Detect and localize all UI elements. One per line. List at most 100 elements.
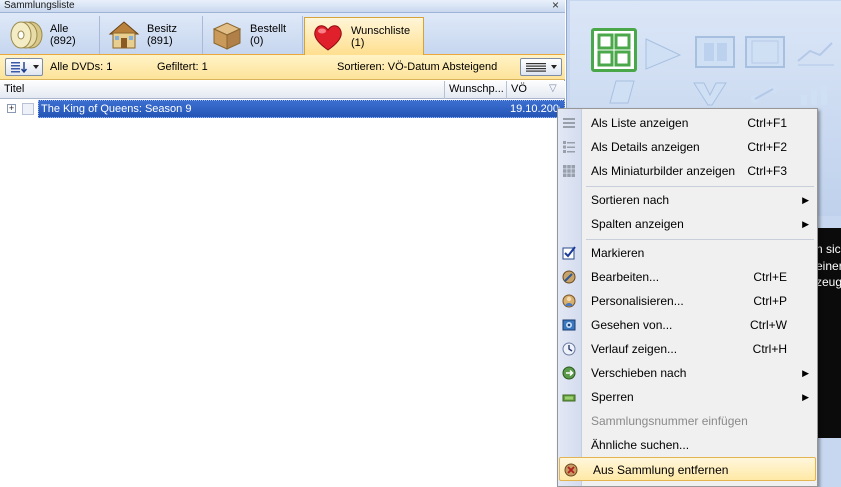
menu-item-personalize[interactable]: Personalisieren... Ctrl+P xyxy=(558,289,817,313)
menu-shortcut: Ctrl+F1 xyxy=(747,116,787,130)
menu-label: Aus Sammlung entfernen xyxy=(593,463,729,477)
menu-label: Als Liste anzeigen xyxy=(591,116,689,130)
close-icon[interactable]: × xyxy=(552,0,559,12)
details-view-icon xyxy=(563,141,575,153)
menu-item-move-to[interactable]: Verschieben nach ▶ xyxy=(558,361,817,385)
menu-label: Als Details anzeigen xyxy=(591,140,700,154)
info-bar: Alle DVDs: 1 Gefiltert: 1 Sortieren: VÖ-… xyxy=(0,55,565,80)
menu-label: Personalisieren... xyxy=(591,294,684,308)
menu-separator xyxy=(586,186,814,187)
column-wishlist-priority[interactable]: Wunschp... xyxy=(445,81,507,99)
page-icon[interactable] xyxy=(608,79,638,105)
submenu-arrow-icon: ▶ xyxy=(802,368,809,378)
sort-order-dropdown[interactable] xyxy=(5,58,43,76)
heart-icon xyxy=(314,24,342,51)
lock-icon xyxy=(562,394,576,402)
menu-separator xyxy=(586,239,814,240)
menu-item-insert-collection-number: Sammlungsnummer einfügen xyxy=(558,409,817,433)
menu-label: Ähnliche suchen... xyxy=(591,438,690,452)
menu-item-remove-from-collection[interactable]: Aus Sammlung entfernen xyxy=(559,457,816,481)
menu-shortcut: Ctrl+E xyxy=(753,270,787,284)
menu-shortcut: Ctrl+F3 xyxy=(747,164,787,178)
column-filter-icon[interactable]: ▽ xyxy=(549,83,557,94)
menu-item-mark[interactable]: Markieren xyxy=(558,241,817,265)
detail-text-line: einer xyxy=(816,259,841,273)
film-strip-icon[interactable] xyxy=(742,31,788,75)
menu-label: Markieren xyxy=(591,246,645,260)
menu-label: Verschieben nach xyxy=(591,366,687,380)
menu-item-thumbnail-view[interactable]: Als Miniaturbilder anzeigen Ctrl+F3 xyxy=(558,159,817,183)
menu-label: Spalten anzeigen xyxy=(591,217,684,231)
menu-label: Verlauf zeigen... xyxy=(591,342,678,356)
tab-alle[interactable]: Alle (892) xyxy=(4,16,100,54)
detail-text: n sic einer zeug xyxy=(816,228,841,438)
edit-icon xyxy=(562,270,576,284)
sort-icon xyxy=(11,62,39,74)
view-mode-dropdown[interactable] xyxy=(520,58,562,76)
sort-status: Sortieren: VÖ-Datum Absteigend xyxy=(337,61,498,73)
network-icon[interactable] xyxy=(745,81,785,107)
menu-label: Als Miniaturbilder anzeigen xyxy=(591,164,736,178)
stats-icon[interactable] xyxy=(795,81,835,107)
thumbnail-view-icon xyxy=(563,165,575,177)
tag-icon[interactable] xyxy=(690,81,730,107)
menu-label: Sortieren nach xyxy=(591,193,670,207)
menu-item-history[interactable]: Verlauf zeigen... Ctrl+H xyxy=(558,337,817,361)
row-title: The King of Queens: Season 9 xyxy=(41,103,192,115)
box-icon xyxy=(212,22,242,50)
menu-item-sort-by[interactable]: Sortieren nach ▶ xyxy=(558,188,817,212)
menu-item-lock[interactable]: Sperren ▶ xyxy=(558,385,817,409)
history-icon xyxy=(562,342,576,356)
grid-view-icon[interactable] xyxy=(591,28,637,72)
menu-item-find-similar[interactable]: Ähnliche suchen... xyxy=(558,433,817,457)
column-title[interactable]: Titel xyxy=(0,81,445,99)
film-icon[interactable] xyxy=(692,31,738,75)
menu-item-show-columns[interactable]: Spalten anzeigen ▶ xyxy=(558,212,817,236)
chart-icon[interactable] xyxy=(792,31,838,75)
tab-label: Besitz (891) xyxy=(147,23,177,47)
menu-label: Gesehen von... xyxy=(591,318,673,332)
column-header: Titel Wunschp... VÖ ▽ xyxy=(0,81,565,99)
pane-titlebar: Sammlungsliste × xyxy=(0,0,565,13)
row-release-date: 19.10.2006 xyxy=(510,103,560,115)
context-menu: Als Liste anzeigen Ctrl+F1 Als Details a… xyxy=(557,108,818,487)
row-checkbox[interactable] xyxy=(22,103,34,115)
menu-item-list-view[interactable]: Als Liste anzeigen Ctrl+F1 xyxy=(558,111,817,135)
tab-label: Wunschliste (1) xyxy=(351,24,411,49)
house-icon xyxy=(108,21,140,49)
column-release-date[interactable]: VÖ xyxy=(507,81,547,99)
checkbox-icon xyxy=(562,246,576,260)
menu-label: Bearbeiten... xyxy=(591,270,660,284)
filtered-count: Gefiltert: 1 xyxy=(157,61,208,73)
menu-shortcut: Ctrl+H xyxy=(752,342,787,356)
expand-icon[interactable]: + xyxy=(7,104,16,113)
personalize-icon xyxy=(562,294,576,308)
submenu-arrow-icon: ▶ xyxy=(802,219,809,229)
menu-shortcut: Ctrl+W xyxy=(750,318,787,332)
tab-besitz[interactable]: Besitz (891) xyxy=(101,16,203,54)
remove-icon xyxy=(564,463,578,477)
list-view-icon xyxy=(563,118,575,128)
detail-text-line: zeug xyxy=(816,275,841,289)
tab-bestellt[interactable]: Bestellt (0) xyxy=(204,16,303,54)
discs-icon xyxy=(10,21,43,49)
menu-label: Sammlungsnummer einfügen xyxy=(591,414,748,428)
menu-item-seen-by[interactable]: Gesehen von... Ctrl+W xyxy=(558,313,817,337)
menu-item-details-view[interactable]: Als Details anzeigen Ctrl+F2 xyxy=(558,135,817,159)
menu-shortcut: Ctrl+F2 xyxy=(747,140,787,154)
play-icon[interactable] xyxy=(640,31,686,75)
tab-label: Bestellt (0) xyxy=(250,23,287,47)
collection-pane: Sammlungsliste × Alle (892) Besitz (891) xyxy=(0,0,565,487)
collection-tabs: Alle (892) Besitz (891) Bestellt (0) Wun… xyxy=(0,13,565,55)
detail-text-line: n sic xyxy=(816,242,841,256)
menu-shortcut: Ctrl+P xyxy=(753,294,787,308)
menu-label: Sperren xyxy=(591,390,634,404)
pane-title: Sammlungsliste xyxy=(4,0,75,11)
submenu-arrow-icon: ▶ xyxy=(802,195,809,205)
move-icon xyxy=(562,366,576,380)
tab-wunschliste[interactable]: Wunschliste (1) xyxy=(304,17,424,55)
menu-item-edit[interactable]: Bearbeiten... Ctrl+E xyxy=(558,265,817,289)
list-lines-icon xyxy=(526,63,557,72)
seen-by-icon xyxy=(562,319,576,331)
table-row[interactable]: + The King of Queens: Season 9 19.10.200… xyxy=(0,100,565,118)
